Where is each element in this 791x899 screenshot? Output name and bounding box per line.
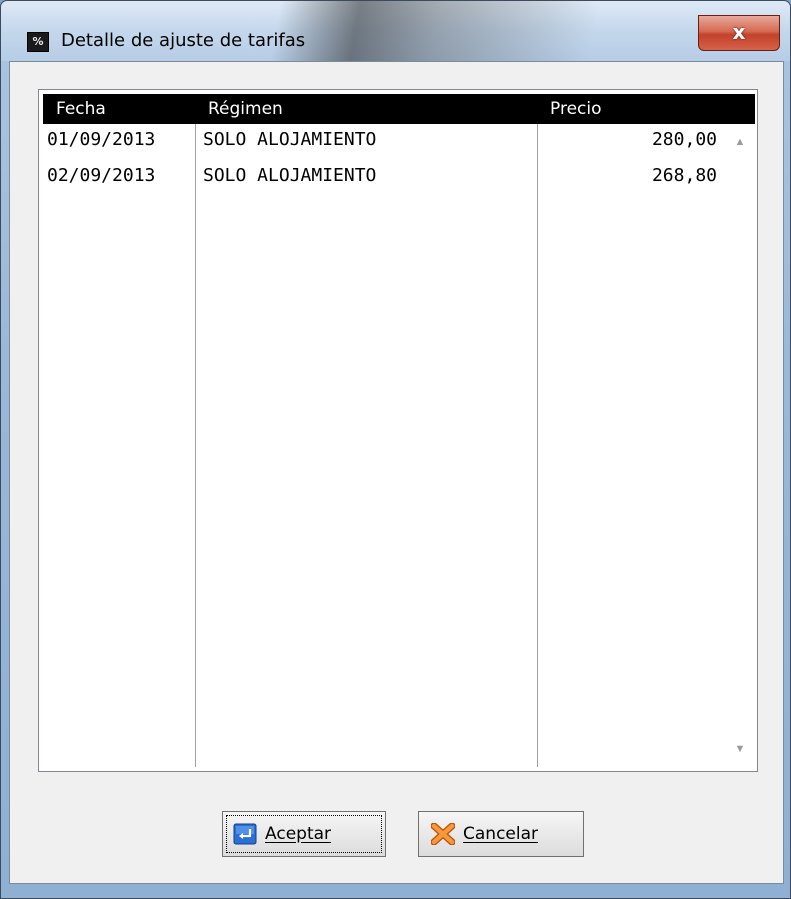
cancel-label: Cancelar — [463, 824, 539, 844]
enter-icon — [233, 823, 257, 845]
cell-precio: 280,00 — [651, 129, 717, 150]
cell-regimen: SOLO ALOJAMIENTO — [203, 129, 377, 150]
column-header-precio[interactable]: Precio — [550, 99, 602, 119]
cancel-button[interactable]: Cancelar — [418, 811, 584, 857]
table-row[interactable]: 01/09/2013 SOLO ALOJAMIENTO 280,00 — [43, 126, 723, 160]
scroll-up-icon[interactable]: ▲ — [727, 132, 753, 152]
close-button[interactable]: x — [698, 15, 780, 51]
column-divider — [537, 124, 538, 767]
app-icon: % — [27, 32, 49, 52]
tariff-grid[interactable]: Fecha Régimen Precio 01/09/2013 SOLO ALO… — [38, 89, 758, 772]
column-divider — [195, 124, 196, 767]
vertical-scrollbar[interactable]: ▲ ▼ — [727, 124, 753, 767]
accept-button[interactable]: Aceptar — [222, 811, 386, 857]
scroll-down-icon[interactable]: ▼ — [727, 739, 753, 759]
cell-fecha: 01/09/2013 — [47, 129, 156, 150]
grid-header: Fecha Régimen Precio — [43, 94, 755, 124]
window-title: Detalle de ajuste de tarifas — [61, 30, 306, 51]
column-header-regimen[interactable]: Régimen — [208, 99, 283, 119]
dialog-window: % Detalle de ajuste de tarifas x Fecha R… — [0, 0, 791, 899]
cell-precio: 268,80 — [651, 165, 717, 186]
cell-regimen: SOLO ALOJAMIENTO — [203, 165, 377, 186]
dialog-client-area: Fecha Régimen Precio 01/09/2013 SOLO ALO… — [9, 61, 784, 884]
cell-fecha: 02/09/2013 — [47, 165, 156, 186]
table-row[interactable]: 02/09/2013 SOLO ALOJAMIENTO 268,80 — [43, 162, 723, 196]
column-header-fecha[interactable]: Fecha — [56, 99, 106, 119]
cancel-x-icon — [431, 823, 455, 845]
title-bar[interactable]: % Detalle de ajuste de tarifas x — [1, 1, 790, 61]
accept-label: Aceptar — [265, 824, 332, 844]
